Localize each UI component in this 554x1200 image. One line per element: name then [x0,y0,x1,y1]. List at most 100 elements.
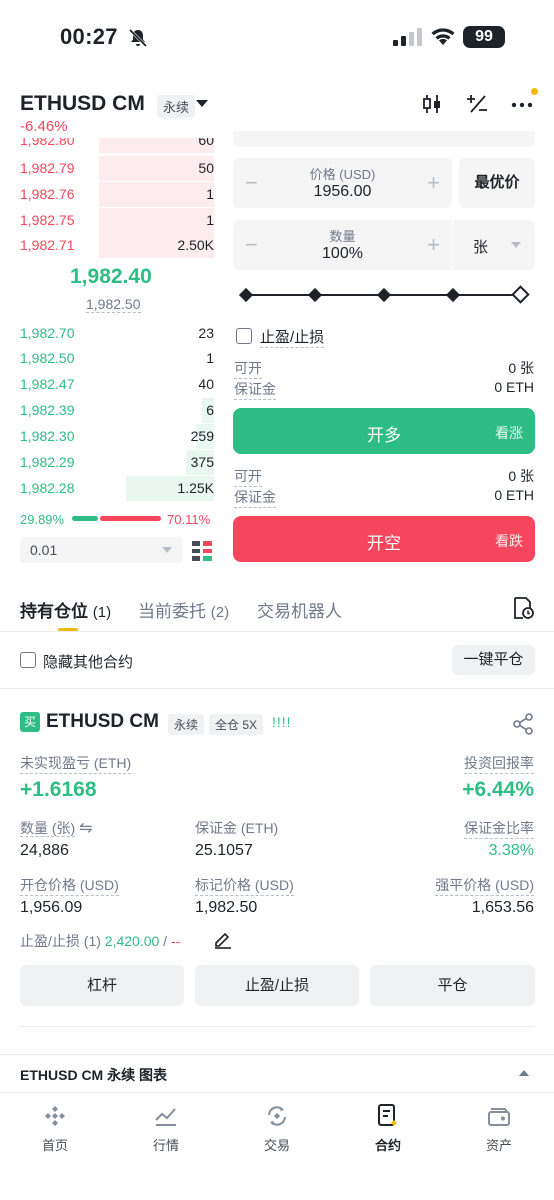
size-label[interactable]: 数量 (张) ⇋ [20,818,93,838]
sell-ratio-bar [100,516,161,521]
margin-value: 25.1057 [195,842,253,859]
nav-trade[interactable]: 交易 [232,1103,322,1154]
market-chart-icon [155,1108,176,1126]
roe-value: +6.44% [462,778,534,801]
liq-price-label[interactable]: 强平价格 (USD) [435,875,534,896]
margin-label: 保证金 (ETH) [195,820,279,836]
price-input[interactable]: − 价格 (USD) 1956.00 + [233,158,452,208]
short-margin-value: 0 ETH [494,487,534,503]
chevron-up-icon[interactable] [519,1070,529,1076]
position-type-tag: 永续 [168,714,205,735]
share-icon[interactable] [511,712,535,736]
mark-price: 1,982.50 [86,296,141,313]
nav-assets[interactable]: 资产 [454,1103,544,1154]
order-type-select[interactable] [233,131,535,147]
tab-open-orders[interactable]: 当前委托 (2) [138,597,229,622]
divider [0,1054,554,1055]
exchange-icon [268,1106,286,1126]
cellular-signal-icon [393,28,422,46]
depth-precision-select[interactable]: 0.01 [20,537,182,563]
candlestick-chart-icon[interactable] [420,92,444,116]
ask-row[interactable]: 1,982.79 50 [20,156,214,181]
slider-handle[interactable] [511,285,530,304]
buy-ratio: 29.89% [20,512,65,527]
binance-logo-icon [45,1106,65,1126]
slider-step[interactable] [238,287,254,303]
open-long-button[interactable]: 开多 看涨 [233,408,535,454]
plus-icon[interactable]: + [427,170,440,196]
size-value: 24,886 [20,842,69,859]
bid-row[interactable]: 1,982.30 259 [20,424,214,449]
divider [0,1092,554,1093]
chart-toggle-label[interactable]: ETHUSD CM 永续 图表 [20,1065,167,1085]
bid-row[interactable]: 1,982.39 6 [20,398,214,423]
last-price: 1,982.40 [70,265,152,288]
pnl-label[interactable]: 未实现盈亏 (ETH) [20,753,132,774]
position-symbol[interactable]: ETHUSD CM [46,711,159,733]
bid-row[interactable]: 1,982.29 375 [20,450,214,475]
tpsl-checkbox[interactable] [236,328,252,344]
more-options-icon[interactable] [510,92,534,116]
buy-side-tag: 买 [20,712,40,732]
margin-mode-tag[interactable]: 全仓 5X [209,714,264,735]
slider-step[interactable] [307,287,323,303]
ask-row[interactable]: 1,982.80 60 [20,138,214,153]
tab-positions[interactable]: 持有仓位 (1) [20,597,111,622]
edit-pencil-icon[interactable] [213,929,233,949]
contract-type-tag: 永续 [157,95,196,118]
plus-icon[interactable]: + [427,232,440,258]
buy-ratio-bar [72,516,98,521]
tpsl-button[interactable]: 止盈/止损 [195,965,359,1006]
roe-label[interactable]: 投资回报率 [464,753,534,774]
entry-price-label[interactable]: 开仓价格 (USD) [20,875,119,896]
contract-symbol[interactable]: ETHUSD CM [20,92,145,116]
short-available-label: 可开 [234,466,262,487]
price-change: -6.46% [20,118,68,135]
long-margin-label: 保证金 [234,379,276,400]
liq-price-value: 1,653.56 [471,899,534,916]
nav-futures[interactable]: 合约 [343,1103,433,1154]
slider-step[interactable] [376,287,392,303]
open-short-button[interactable]: 开空 看跌 [233,516,535,562]
tab-trading-bots[interactable]: 交易机器人 [257,597,342,622]
close-all-button[interactable]: 一键平仓 [452,645,535,675]
divider [0,688,554,689]
history-icon[interactable] [511,596,535,620]
position-tpsl: 止盈/止损 (1) 2,420.00 / -- [20,933,181,949]
bid-row[interactable]: 1,982.28 1.25K [20,476,214,501]
tpsl-label[interactable]: 止盈/止损 [260,326,325,348]
long-available-label: 可开 [234,358,262,379]
nav-home[interactable]: 首页 [10,1103,100,1154]
bid-row[interactable]: 1,982.70 23 [20,321,214,346]
chevron-down-icon[interactable] [196,100,208,107]
leverage-button[interactable]: 杠杆 [20,965,184,1006]
bid-row[interactable]: 1,982.47 40 [20,372,214,397]
ask-row[interactable]: 1,982.76 1 [20,182,214,207]
close-position-button[interactable]: 平仓 [370,965,535,1006]
nav-markets[interactable]: 行情 [121,1103,211,1154]
ask-row[interactable]: 1,982.71 2.50K [20,233,214,258]
orderbook-layout-icon[interactable] [191,540,213,562]
bell-muted-icon [128,28,148,48]
slider-step[interactable] [445,287,461,303]
status-time: 00:27 [60,24,118,49]
sell-ratio: 70.11% [167,512,211,527]
best-price-button[interactable]: 最优价 [459,158,535,208]
calculator-icon[interactable] [465,92,489,116]
notification-dot [531,88,538,95]
short-available-value: 0 张 [508,468,534,484]
chevron-down-icon [511,242,521,248]
quantity-input[interactable]: − 数量 100% + [233,220,452,270]
margin-ratio-label[interactable]: 保证金比率 [464,818,534,839]
orderbook-asks: 1,982.80 60 1,982.79 50 1,982.76 1 1,982.75… [20,138,214,258]
wallet-icon [488,1108,510,1126]
battery-indicator: 99 [463,26,505,48]
hide-others-label[interactable]: 隐藏其他合约 [43,651,133,672]
ask-row[interactable]: 1,982.75 1 [20,208,214,233]
bid-row[interactable]: 1,982.50 1 [20,346,214,371]
mark-price-label[interactable]: 标记价格 (USD) [195,875,294,896]
status-bar: 00:27 99 [0,0,554,75]
long-available-value: 0 张 [508,360,534,376]
hide-others-checkbox[interactable] [20,652,36,668]
unit-select[interactable]: 张 [453,220,535,270]
